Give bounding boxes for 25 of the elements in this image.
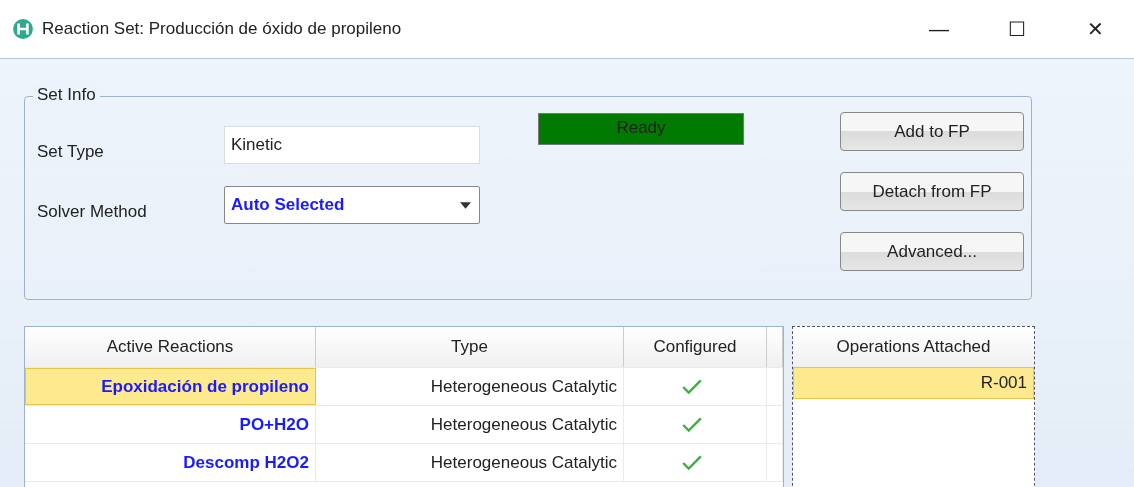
close-button[interactable]: ✕ (1056, 17, 1134, 41)
minimize-button[interactable]: — (900, 17, 978, 41)
column-header[interactable]: Active Reactions (25, 327, 316, 367)
table-cell: Heterogeneous Catalytic (316, 368, 624, 405)
table-cell: Heterogeneous Catalytic (316, 444, 624, 481)
window-title: Reaction Set: Producción de óxido de propileno (42, 19, 403, 39)
field-label: Solver Method (37, 201, 148, 222)
table-cell: Heterogeneous Catalytic (316, 406, 624, 443)
set-type-field[interactable]: Kinetic (224, 126, 480, 164)
field-label: Set Type (37, 141, 105, 162)
status-indicator: Ready (538, 113, 744, 145)
solver-dropdown[interactable]: Auto Selected (224, 186, 480, 224)
caret-icon (460, 201, 471, 209)
reaction-name-cell[interactable]: PO+H2O (25, 406, 316, 443)
column-header[interactable]: Type (316, 327, 624, 367)
app-logo-icon (12, 18, 34, 40)
action-button[interactable]: Add to FP (840, 112, 1024, 151)
action-button[interactable]: Advanced... (840, 232, 1024, 271)
column-header[interactable]: Configured (624, 327, 767, 367)
action-button[interactable]: Detach from FP (840, 172, 1024, 211)
empty-column-header (767, 327, 783, 367)
maximize-button[interactable]: ☐ (978, 17, 1056, 41)
reaction-name-cell[interactable]: Descomp H2O2 (25, 444, 316, 481)
operation-row[interactable]: R-001 (793, 367, 1034, 399)
reaction-name-cell[interactable]: Epoxidación de propileno (25, 368, 316, 405)
